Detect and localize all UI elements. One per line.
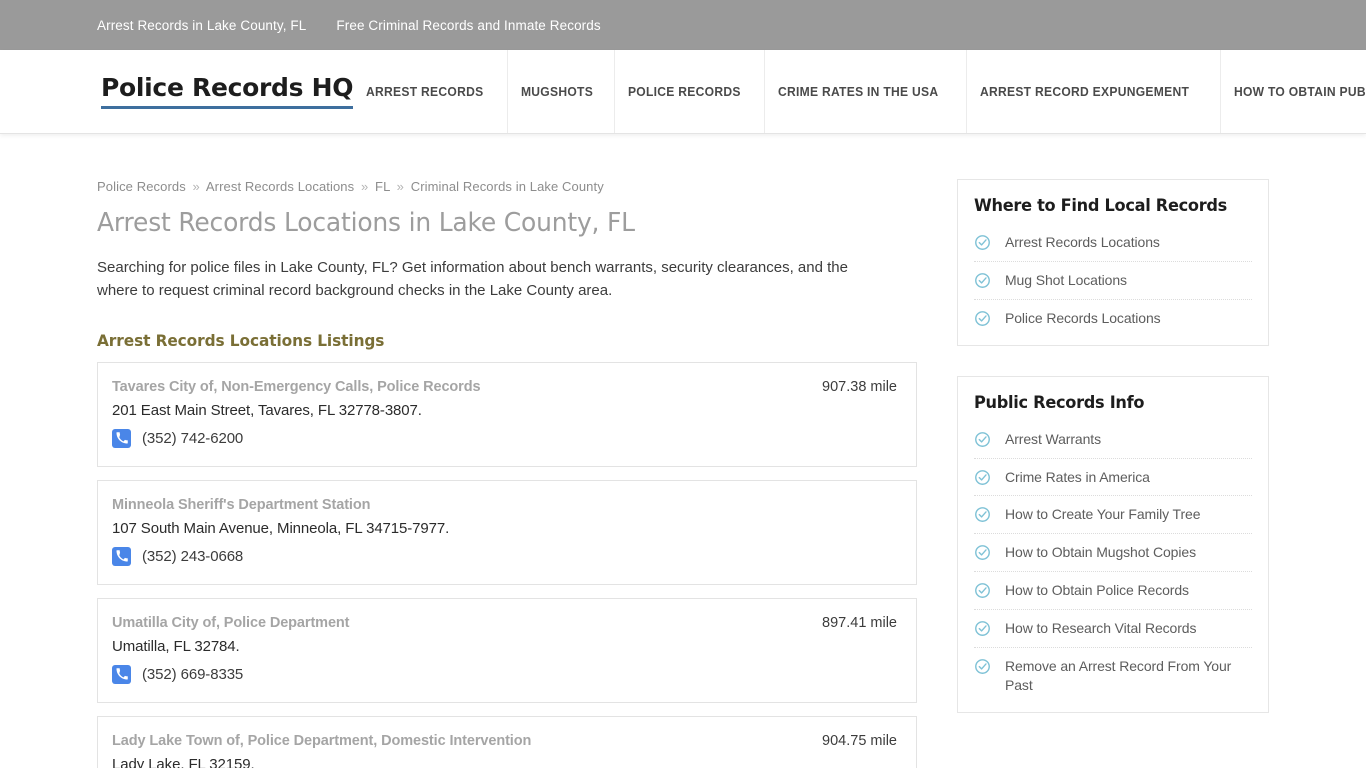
breadcrumb-item-arrest-records-locations[interactable]: Arrest Records Locations [206, 179, 354, 194]
sidebar-link-mug-shot-locations[interactable]: Mug Shot Locations [1005, 271, 1127, 290]
listings-container: Tavares City of, Non-Emergency Calls, Po… [97, 361, 917, 768]
listing-distance: 907.38 mile [822, 378, 897, 395]
widget-list: Arrest Records Locations Mug Shot Locati… [974, 224, 1252, 337]
check-circle-icon [974, 658, 991, 675]
list-item[interactable]: Police Records Locations [974, 300, 1252, 337]
listing-phone-row: (352) 669-8335 [112, 664, 897, 684]
sidebar: Where to Find Local Records Arrest Recor… [957, 134, 1269, 768]
listing-card: Tavares City of, Non-Emergency Calls, Po… [97, 361, 917, 467]
listing-name[interactable]: Umatilla City of, Police Department [112, 615, 350, 631]
list-item[interactable]: Mug Shot Locations [974, 262, 1252, 300]
listing-address: 201 East Main Street, Tavares, FL 32778-… [112, 401, 422, 419]
phone-icon [112, 428, 131, 448]
topbar-link-free-criminal-records[interactable]: Free Criminal Records and Inmate Records [336, 18, 600, 33]
check-circle-icon [974, 310, 991, 327]
listing-card: Lady Lake Town of, Police Department, Do… [97, 715, 917, 768]
sidebar-link-remove-an-arrest-record-from-your-past[interactable]: Remove an Arrest Record From Your Past [1005, 657, 1252, 695]
listing-phone-number[interactable]: (352) 243-0668 [142, 548, 243, 565]
breadcrumb-separator: » [396, 179, 404, 194]
listing-header: Lady Lake Town of, Police Department, Do… [112, 733, 897, 749]
listing-phone-row: (352) 243-0668 [112, 546, 897, 566]
listing-header: Tavares City of, Non-Emergency Calls, Po… [112, 379, 897, 395]
site-logo[interactable]: Police Records HQ [101, 75, 354, 109]
sidebar-link-how-to-obtain-police-records[interactable]: How to Obtain Police Records [1005, 581, 1189, 600]
check-circle-icon [974, 506, 991, 523]
listing-phone-number[interactable]: (352) 742-6200 [142, 430, 243, 447]
phone-icon [112, 664, 131, 684]
sidebar-link-police-records-locations[interactable]: Police Records Locations [1005, 309, 1161, 328]
breadcrumb-item-fl[interactable]: FL [375, 179, 390, 194]
list-item[interactable]: Crime Rates in America [974, 459, 1252, 497]
check-circle-icon [974, 234, 991, 251]
topbar-link-arrest-records[interactable]: Arrest Records in Lake County, FL [97, 18, 306, 33]
sidebar-link-how-to-research-vital-records[interactable]: How to Research Vital Records [1005, 619, 1196, 638]
logo-container: Police Records HQ [0, 50, 354, 133]
check-circle-icon [974, 620, 991, 637]
page-title: Arrest Records Locations in Lake County,… [97, 208, 635, 238]
list-item[interactable]: Arrest Records Locations [974, 224, 1252, 262]
listing-address: 107 South Main Avenue, Minneola, FL 3471… [112, 519, 450, 537]
list-item[interactable]: How to Create Your Family Tree [974, 496, 1252, 535]
top-utility-bar: Arrest Records in Lake County, FL Free C… [0, 0, 1366, 50]
nav-item-mugshots[interactable]: MUGSHOTS [507, 50, 606, 133]
nav-item-how-to-obtain-public-records[interactable]: HOW TO OBTAIN PUBLIC RECORDS [1219, 50, 1366, 133]
listing-name[interactable]: Lady Lake Town of, Police Department, Do… [112, 733, 531, 749]
nav-item-arrest-record-expungement[interactable]: ARREST RECORD EXPUNGEMENT [965, 50, 1202, 133]
widget-title: Where to Find Local Records [974, 196, 1228, 216]
listing-phone-number[interactable]: (352) 669-8335 [142, 666, 243, 683]
sidebar-link-arrest-records-locations[interactable]: Arrest Records Locations [1005, 233, 1160, 252]
intro-paragraph: Searching for police files in Lake Count… [97, 259, 848, 300]
check-circle-icon [974, 469, 991, 486]
listing-card: Minneola Sheriff's Department Station 10… [97, 479, 917, 585]
main-content: Police Records » Arrest Records Location… [97, 134, 917, 768]
breadcrumb-separator: » [360, 179, 369, 194]
listing-distance: 897.41 mile [822, 614, 897, 631]
site-header: Police Records HQ ARREST RECORDS MUGSHOT… [0, 50, 1366, 134]
listing-address: Lady Lake, FL 32159. [112, 755, 255, 768]
breadcrumb: Police Records » Arrest Records Location… [97, 179, 917, 194]
nav-item-arrest-records[interactable]: ARREST RECORDS [353, 50, 496, 133]
listing-address: Umatilla, FL 32784. [112, 637, 240, 655]
list-item[interactable]: How to Obtain Mugshot Copies [974, 534, 1252, 573]
listing-header: Umatilla City of, Police Department 897.… [112, 615, 897, 631]
page-body: Police Records » Arrest Records Location… [0, 134, 1366, 768]
sidebar-link-how-to-create-your-family-tree[interactable]: How to Create Your Family Tree [1005, 505, 1201, 524]
sidebar-link-how-to-obtain-mugshot-copies[interactable]: How to Obtain Mugshot Copies [1005, 543, 1196, 562]
listing-distance: 904.75 mile [822, 732, 897, 749]
list-item[interactable]: How to Research Vital Records [974, 610, 1252, 649]
widget-list: Arrest Warrants Crime Rates in America H… [974, 421, 1252, 704]
list-item[interactable]: How to Obtain Police Records [974, 572, 1252, 611]
breadcrumb-separator: » [192, 179, 200, 194]
section-title-listings: Arrest Records Locations Listings [97, 330, 385, 350]
widget-public-records-info: Public Records Info Arrest Warrants Crim… [957, 375, 1269, 713]
list-item[interactable]: Arrest Warrants [974, 421, 1252, 459]
check-circle-icon [974, 431, 991, 448]
breadcrumb-item-police-records[interactable]: Police Records [97, 179, 186, 194]
listing-card: Umatilla City of, Police Department 897.… [97, 597, 917, 703]
main-navigation: ARREST RECORDS MUGSHOTS POLICE RECORDS C… [353, 50, 1366, 133]
nav-item-crime-rates-in-the-usa[interactable]: CRIME RATES IN THE USA [764, 50, 951, 133]
check-circle-icon [974, 544, 991, 561]
listing-header: Minneola Sheriff's Department Station [112, 497, 897, 513]
list-item[interactable]: Remove an Arrest Record From Your Past [974, 648, 1252, 704]
listing-name[interactable]: Minneola Sheriff's Department Station [112, 497, 370, 513]
sidebar-link-arrest-warrants[interactable]: Arrest Warrants [1005, 430, 1101, 449]
check-circle-icon [974, 582, 991, 599]
listing-phone-row: (352) 742-6200 [112, 428, 897, 448]
widget-where-to-find-local-records: Where to Find Local Records Arrest Recor… [957, 179, 1269, 346]
nav-item-police-records[interactable]: POLICE RECORDS [613, 50, 754, 133]
phone-icon [112, 546, 131, 566]
widget-title: Public Records Info [974, 392, 1145, 413]
sidebar-link-crime-rates-in-america[interactable]: Crime Rates in America [1005, 468, 1150, 487]
listing-name[interactable]: Tavares City of, Non-Emergency Calls, Po… [112, 379, 481, 395]
check-circle-icon [974, 272, 991, 289]
breadcrumb-item-criminal-records-in-lake-county[interactable]: Criminal Records in Lake County [411, 179, 604, 194]
